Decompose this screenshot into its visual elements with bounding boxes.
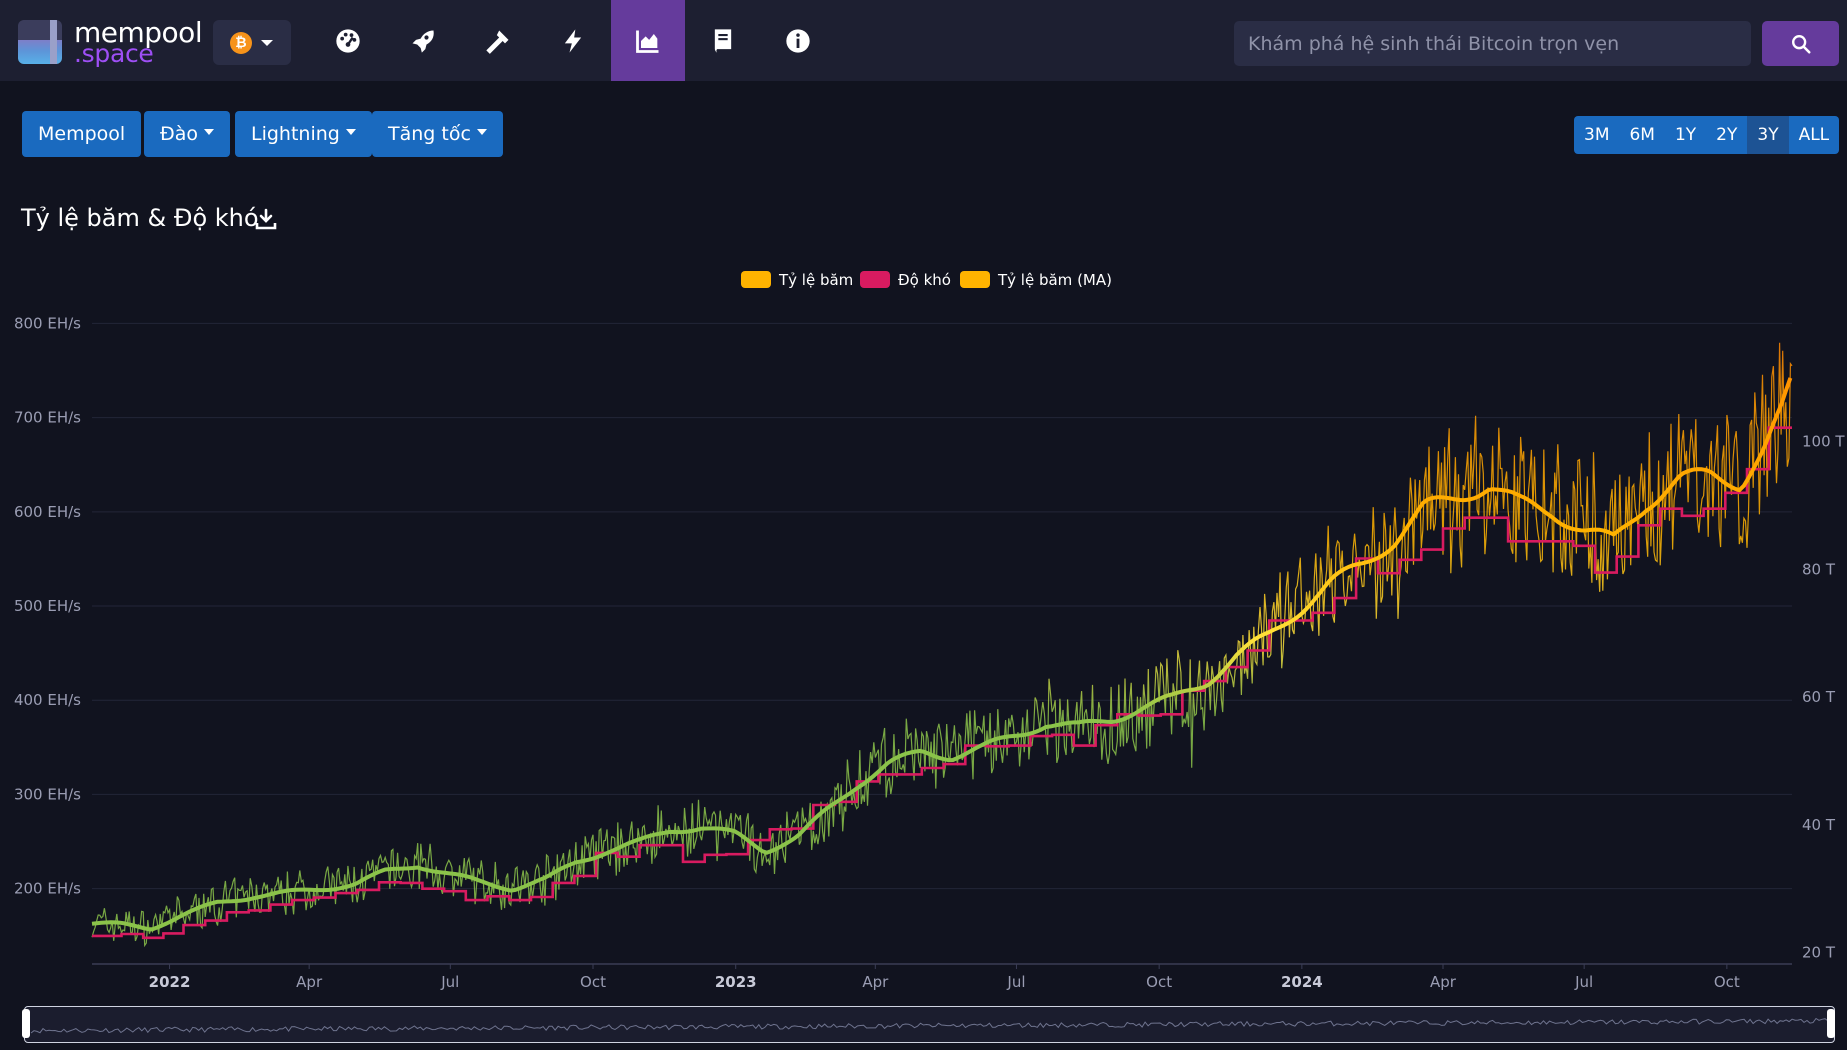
book-icon	[714, 28, 732, 53]
legend-label: Tỷ lệ băm (MA)	[997, 271, 1112, 289]
menu-lightning-dropdown[interactable]: Lightning	[235, 111, 372, 157]
y-left-tick-label: 500 EH/s	[14, 597, 81, 615]
menu-mining-label: Đào	[160, 123, 198, 145]
legend-label: Tỷ lệ băm	[778, 271, 853, 289]
nav-accelerator[interactable]	[386, 0, 460, 81]
mempool-logo[interactable]: mempool .space	[18, 16, 203, 68]
hammer-icon	[486, 30, 509, 54]
search-input[interactable]	[1234, 21, 1751, 66]
chevron-down-icon	[476, 129, 487, 135]
search-button[interactable]	[1762, 21, 1839, 66]
chevron-down-icon	[261, 40, 273, 46]
zoom-slider-left-handle[interactable]	[22, 1009, 30, 1038]
menu-mempool-label: Mempool	[38, 123, 126, 145]
page-title: Tỷ lệ băm & Độ khó	[21, 204, 259, 232]
menu-accelerate-label: Tăng tốc	[388, 123, 471, 145]
x-tick-label: Jul	[1006, 973, 1025, 991]
x-tick-label: Oct	[580, 973, 606, 991]
legend-swatch	[960, 271, 990, 288]
chevron-down-icon	[204, 129, 214, 135]
legend-swatch	[741, 271, 771, 288]
x-tick-label: 2024	[1281, 973, 1323, 991]
plot-area	[91, 342, 1793, 948]
range-all-button[interactable]: ALL	[1788, 116, 1840, 154]
zoom-slider[interactable]	[24, 1006, 1835, 1043]
zoom-slider-right-handle[interactable]	[1827, 1009, 1835, 1038]
dashboard-gauge-icon	[336, 28, 360, 53]
nav-dashboard[interactable]	[311, 0, 385, 81]
legend-label: Độ khó	[898, 271, 951, 289]
chart-grid	[92, 322, 1792, 890]
chart-area-icon	[636, 30, 659, 53]
nav-lightning[interactable]	[536, 0, 610, 81]
chart-legend: Tỷ lệ băm Độ khó Tỷ lệ băm (MA)	[741, 271, 1112, 289]
legend-swatch	[860, 271, 890, 288]
nav-graphs[interactable]	[611, 0, 685, 81]
y-right-tick-label: 80 T	[1802, 560, 1836, 578]
y-left-tick-label: 300 EH/s	[14, 785, 81, 803]
y-left-tick-label: 800 EH/s	[14, 314, 81, 332]
series-hashrate-line	[91, 342, 1793, 948]
nav-about[interactable]	[761, 0, 835, 81]
download-icon[interactable]	[254, 207, 278, 231]
x-tick-label: Apr	[862, 973, 889, 991]
y-right-tick-label: 40 T	[1802, 816, 1836, 834]
range-3y-button[interactable]: 3Y	[1747, 116, 1789, 154]
menu-mempool-button[interactable]: Mempool	[22, 111, 142, 157]
chevron-down-icon	[345, 129, 356, 135]
y-left-tick-label: 400 EH/s	[14, 691, 81, 709]
range-1y-button[interactable]: 1Y	[1664, 116, 1707, 154]
x-tick-label: Jul	[440, 973, 459, 991]
bitcoin-icon: ₿	[230, 32, 252, 54]
logo-mark-icon	[18, 20, 62, 64]
y-right-tick-label: 20 T	[1802, 944, 1836, 962]
y-left-tick-label: 200 EH/s	[14, 880, 81, 898]
x-axis: 2022 Apr Jul Oct 2023 Apr Jul Oct 2024 Apr Jul Oct	[92, 963, 1792, 991]
top-navbar: mempool .space ₿	[0, 0, 1847, 81]
x-tick-label: Oct	[1146, 973, 1172, 991]
zoom-slider-preview	[30, 1017, 1829, 1034]
rocket-icon	[412, 30, 434, 53]
menu-mining-dropdown[interactable]: Đào	[144, 111, 230, 157]
search-icon	[1791, 34, 1811, 54]
y-left-tick-label: 600 EH/s	[14, 503, 81, 521]
series-hashrate-ma-line	[91, 377, 1793, 932]
y-right-tick-label: 60 T	[1802, 688, 1836, 706]
y-right-tick-label: 100 T	[1802, 433, 1845, 451]
nav-docs[interactable]	[686, 0, 760, 81]
range-6m-button[interactable]: 6M	[1619, 116, 1665, 154]
hashrate-difficulty-chart[interactable]: Tỷ lệ băm Độ khó Tỷ lệ băm (MA) 200 EH/s 30…	[0, 255, 1847, 1000]
logo-text-space: .space	[74, 39, 154, 68]
info-icon	[786, 28, 810, 53]
range-3m-button[interactable]: 3M	[1574, 116, 1620, 154]
zoom-slider-preview-line	[30, 1017, 1829, 1034]
menu-accelerate-dropdown[interactable]: Tăng tốc	[372, 111, 503, 157]
x-tick-label: Apr	[296, 973, 323, 991]
x-tick-label: 2022	[149, 973, 191, 991]
x-tick-label: Jul	[1574, 973, 1593, 991]
menu-lightning-label: Lightning	[251, 123, 340, 145]
network-selector-button[interactable]: ₿	[213, 20, 291, 65]
nav-mining[interactable]	[461, 0, 535, 81]
range-2y-button[interactable]: 2Y	[1706, 116, 1748, 154]
y-left-tick-label: 700 EH/s	[14, 409, 81, 427]
x-tick-label: Oct	[1714, 973, 1740, 991]
y-axis-left: 200 EH/s 300 EH/s 400 EH/s 500 EH/s 600 EH/s…	[14, 314, 81, 897]
x-tick-label: Apr	[1430, 973, 1457, 991]
lightning-icon	[564, 28, 582, 53]
x-tick-label: 2023	[715, 973, 757, 991]
time-range-selector: 3M 6M 1Y 2Y 3Y ALL	[1574, 116, 1840, 154]
y-axis-right: 20 T 40 T 60 T 80 T 100 T	[1802, 433, 1845, 962]
